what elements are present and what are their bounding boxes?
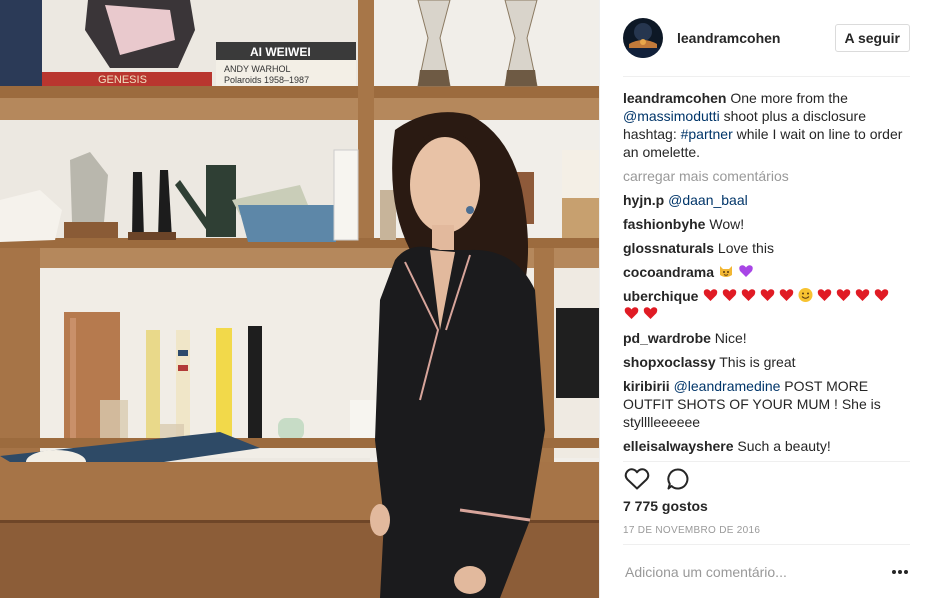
- action-bar: [623, 464, 705, 494]
- comment-text: Wow!: [709, 216, 745, 232]
- caption-username[interactable]: leandramcohen: [623, 90, 726, 106]
- load-more-comments[interactable]: carregar mais comentários: [623, 167, 910, 185]
- comment-text: Love this: [717, 240, 774, 256]
- caption-text: One more from the: [726, 90, 848, 106]
- red-heart-emoji-icon: [837, 289, 851, 301]
- comment: elleisalwayshere Such a beauty!: [623, 437, 910, 455]
- comment-mention[interactable]: @daan_baal: [668, 192, 748, 208]
- post-sidebar: leandramcohen A seguir leandramcohen One…: [599, 0, 933, 598]
- post-photo[interactable]: GENESIS AI WEIWEI ANDY WARHOL Polaroids …: [0, 0, 599, 598]
- comment: fashionbyhe Wow!: [623, 215, 910, 233]
- red-heart-emoji-icon: [704, 289, 718, 301]
- divider: [623, 544, 910, 545]
- smiley-emoji-icon: [798, 288, 813, 302]
- comment-text: Such a beauty!: [737, 438, 831, 454]
- post-date[interactable]: 17 DE NOVEMBRO DE 2016: [623, 525, 760, 536]
- book-genesis-title: GENESIS: [98, 74, 147, 86]
- divider: [623, 461, 910, 462]
- post-caption: leandramcohen One more from the @massimo…: [623, 89, 910, 161]
- red-heart-emoji-icon: [818, 289, 832, 301]
- username[interactable]: leandramcohen: [677, 30, 780, 46]
- comment-username[interactable]: hyjn.p: [623, 192, 664, 208]
- red-heart-emoji-icon: [780, 289, 794, 301]
- comment-username[interactable]: shopxoclassy: [623, 354, 716, 370]
- book-warhol-subtitle: Polaroids 1958–1987: [224, 75, 309, 85]
- red-heart-emoji-icon: [742, 289, 756, 301]
- avatar-image-icon: [623, 18, 663, 58]
- comment-input[interactable]: [623, 557, 863, 587]
- like-button[interactable]: [623, 465, 651, 493]
- follow-button[interactable]: A seguir: [834, 24, 910, 52]
- heart-outline-icon: [624, 468, 650, 490]
- comment-username[interactable]: fashionbyhe: [623, 216, 705, 232]
- comment-username[interactable]: uberchique: [623, 288, 698, 304]
- purple-heart-emoji-icon: [739, 265, 753, 277]
- comment-button[interactable]: [664, 465, 692, 493]
- comment-username[interactable]: cocoandrama: [623, 264, 714, 280]
- comment-username[interactable]: glossnaturals: [623, 240, 714, 256]
- red-heart-emoji-icon: [856, 289, 870, 301]
- comment-username[interactable]: elleisalwayshere: [623, 438, 734, 454]
- caption-hashtag[interactable]: #partner: [681, 126, 733, 142]
- comment: shopxoclassy This is great: [623, 353, 910, 371]
- happy-cat-emoji-icon: [719, 266, 732, 277]
- comment-bubble-icon: [667, 468, 689, 490]
- caption-mention[interactable]: @massimodutti: [623, 108, 720, 124]
- comment-username[interactable]: kiribirii: [623, 378, 670, 394]
- comment: pd_wardrobe Nice!: [623, 329, 910, 347]
- comment-mention[interactable]: @leandramedine: [674, 378, 781, 394]
- comment-list: leandramcohen One more from the @massimo…: [623, 89, 910, 461]
- red-heart-emoji-icon: [875, 289, 889, 301]
- like-count[interactable]: 7 775 gostos: [623, 498, 708, 514]
- avatar[interactable]: [623, 18, 663, 58]
- comment-text: This is great: [719, 354, 796, 370]
- comment: hyjn.p @daan_baal: [623, 191, 910, 209]
- comment: glossnaturals Love this: [623, 239, 910, 257]
- book-warhol-title: ANDY WARHOL: [224, 64, 291, 74]
- more-options-icon[interactable]: [890, 564, 910, 580]
- book-aiweiwei-title: AI WEIWEI: [250, 45, 311, 59]
- red-heart-emoji-icon: [761, 289, 775, 301]
- red-heart-emoji-icon: [624, 307, 639, 319]
- red-heart-emoji-icon: [643, 307, 658, 319]
- comment-text: Nice!: [714, 330, 747, 346]
- divider: [623, 76, 910, 77]
- red-heart-emoji-icon: [723, 289, 737, 301]
- post-photo-illustration: GENESIS AI WEIWEI ANDY WARHOL Polaroids …: [0, 0, 599, 598]
- comment-username[interactable]: pd_wardrobe: [623, 330, 711, 346]
- comment: cocoandrama: [623, 263, 910, 281]
- comment: kiribirii @leandramedine POST MORE OUTFI…: [623, 377, 910, 431]
- instagram-post: GENESIS AI WEIWEI ANDY WARHOL Polaroids …: [0, 0, 933, 598]
- post-header: leandramcohen A seguir: [623, 16, 910, 60]
- comment: uberchique: [623, 287, 910, 323]
